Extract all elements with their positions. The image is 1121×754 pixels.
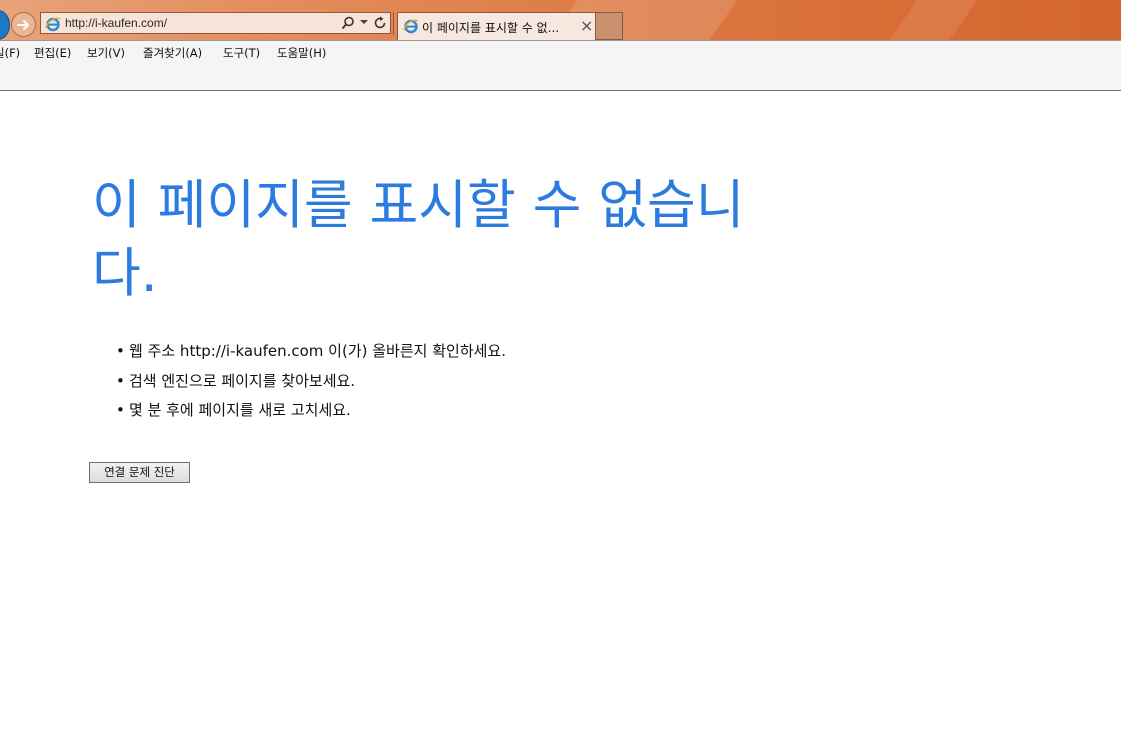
bullet: • (116, 401, 125, 419)
menu-file[interactable]: 일(F) (0, 45, 20, 61)
menu-favorites[interactable]: 즐겨찾기(A) (143, 45, 202, 61)
list-item: • 검색 엔진으로 페이지를 찾아보세요. (116, 370, 506, 400)
forward-button[interactable] (11, 12, 36, 37)
frame-sheen (861, 0, 999, 41)
bullet: • (116, 371, 125, 390)
address-url[interactable]: http://i-kaufen.com/ (65, 16, 167, 30)
browser-frame: http://i-kaufen.com/ 이 페이지를 표시할 수 없... × (0, 0, 1121, 41)
menu-edit[interactable]: 편집(E) (34, 45, 71, 61)
ie-logo-icon (45, 17, 61, 32)
menu-tools[interactable]: 도구(T) (223, 45, 260, 61)
menu-bar: 일(F) 편집(E) 보기(V) 즐겨찾기(A) 도구(T) 도움말(H) (0, 40, 1121, 91)
refresh-icon[interactable] (374, 16, 387, 30)
search-icon[interactable] (341, 16, 355, 30)
page-title: 이 페이지를 표시할 수 없습니다. (92, 175, 745, 304)
back-button[interactable] (0, 10, 10, 40)
address-bar[interactable]: http://i-kaufen.com/ (40, 12, 391, 34)
menu-help[interactable]: 도움말(H) (277, 45, 326, 61)
new-tab-button[interactable] (596, 12, 623, 40)
address-separator (393, 12, 394, 35)
tab-title: 이 페이지를 표시할 수 없... (422, 21, 560, 35)
suggestion-list: • 웹 주소 http://i-kaufen.com 이(가) 올바른지 확인하세… (116, 340, 506, 429)
suggestion-text: 검색 엔진으로 페이지를 찾아보세요. (129, 371, 356, 390)
list-item: • 웹 주소 http://i-kaufen.com 이(가) 올바른지 확인하세… (116, 340, 506, 370)
tab-active[interactable]: 이 페이지를 표시할 수 없... × (397, 12, 596, 40)
diagnose-connection-button[interactable]: 연결 문제 진단 (89, 462, 190, 483)
menu-view[interactable]: 보기(V) (87, 45, 125, 61)
suggestion-text: 몇 분 후에 페이지를 새로 고치세요. (129, 401, 351, 419)
ie-logo-icon (403, 19, 419, 34)
forward-arrow-icon (16, 19, 29, 30)
chevron-down-icon[interactable] (360, 18, 368, 26)
suggestion-text: 웹 주소 http://i-kaufen.com 이(가) 올바른지 확인하세요… (129, 342, 506, 360)
close-icon[interactable]: × (580, 16, 593, 35)
list-item: • 몇 분 후에 페이지를 새로 고치세요. (116, 399, 506, 429)
bullet: • (116, 342, 125, 360)
